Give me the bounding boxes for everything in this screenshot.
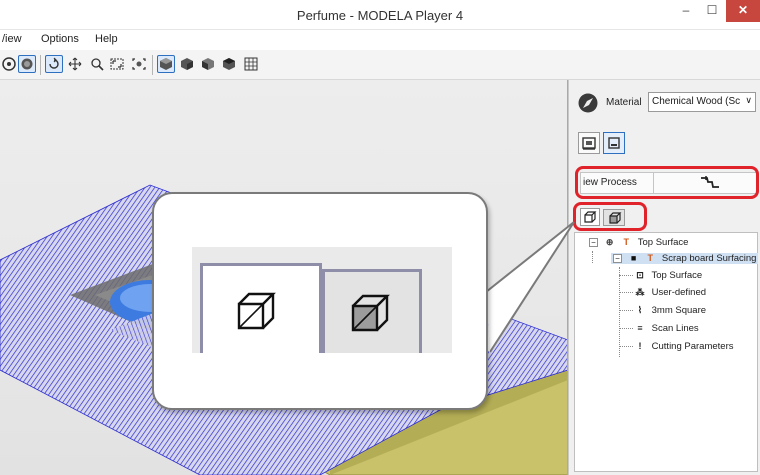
- solid-view-icon: [351, 294, 390, 332]
- zoomed-tab-solid: [322, 269, 422, 353]
- surface-view-icon: [237, 292, 276, 330]
- zoom-callout: [152, 192, 488, 410]
- zoomed-tab-surface: [200, 263, 322, 353]
- zoomed-tabs: [192, 247, 452, 353]
